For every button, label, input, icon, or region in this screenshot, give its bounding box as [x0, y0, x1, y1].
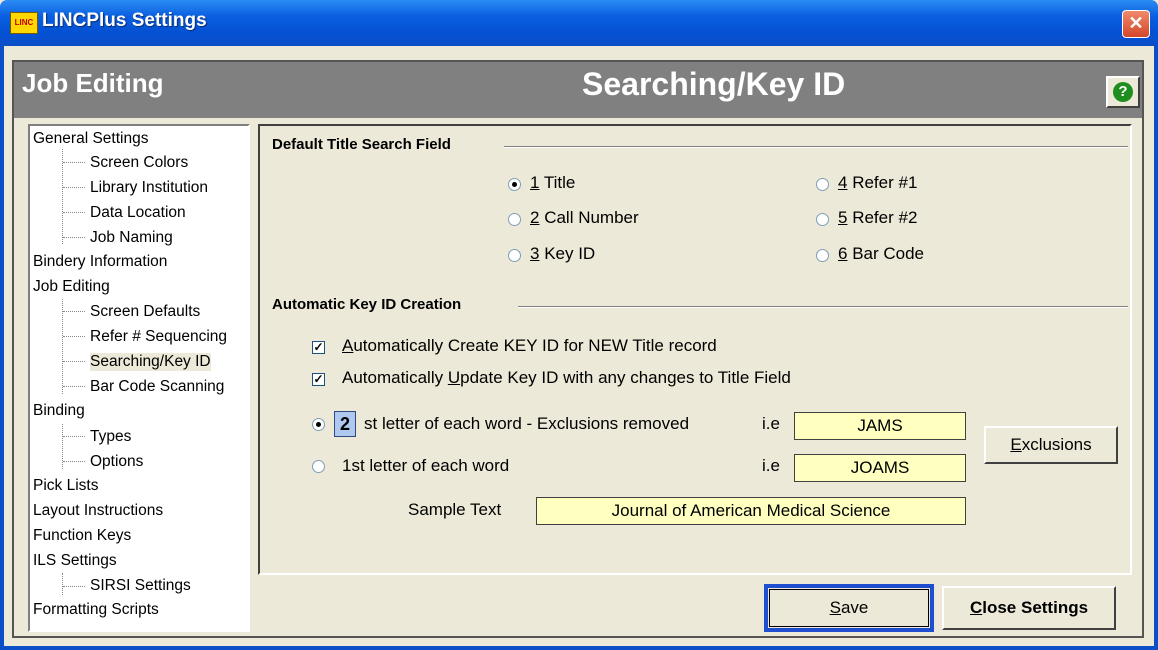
tree-item-data-location[interactable]: Data Location — [90, 204, 186, 222]
tree-connector — [63, 361, 85, 362]
first-letter-sample-field: JOAMS — [794, 454, 966, 482]
nth-letter-sample-field: JAMS — [794, 412, 966, 440]
accelerator-key: C — [969, 598, 983, 617]
label-text: utomatically Create KEY ID for NEW Title… — [353, 336, 717, 355]
title-bar: LINC LINCPlus Settings ✕ — [0, 0, 1158, 46]
radio-key-id[interactable] — [508, 249, 521, 262]
tree-connector — [63, 212, 85, 213]
label-refer-2[interactable]: 5 Refer #2 — [838, 208, 917, 228]
button-label: xclusions — [1021, 435, 1092, 454]
sample-text-label: Sample Text — [408, 500, 502, 519]
page-title: Searching/Key ID — [582, 66, 846, 102]
radio-refer-2[interactable] — [816, 213, 829, 226]
tree-item-formatting-scripts[interactable]: Formatting Scripts — [33, 601, 159, 619]
auto-update-label[interactable]: Automatically Update Key ID with any cha… — [342, 368, 791, 388]
section-divider — [518, 306, 1128, 308]
button-label: ave — [840, 598, 869, 617]
accelerator-key: A — [342, 336, 354, 355]
radio-bar-code[interactable] — [816, 249, 829, 262]
tree-item-refer-sequencing[interactable]: Refer # Sequencing — [90, 328, 227, 346]
tree-connector — [62, 424, 63, 469]
option-text: Title — [539, 173, 576, 192]
tree-item-job-editing[interactable]: Job Editing — [33, 278, 110, 296]
tree-item-sirsi-settings[interactable]: SIRSI Settings — [90, 577, 191, 595]
accelerator-key: S — [829, 598, 841, 617]
radio-nth-letter[interactable] — [312, 418, 325, 431]
page-header: Job Editing Searching/Key ID ? — [14, 62, 1142, 118]
tree-item-general-settings[interactable]: General Settings — [33, 130, 148, 148]
radio-first-letter[interactable] — [312, 460, 325, 473]
tree-connector — [63, 187, 85, 188]
label-title[interactable]: 1 Title — [530, 173, 575, 193]
auto-update-checkbox[interactable]: ✓ — [312, 373, 325, 386]
label-refer-1[interactable]: 4 Refer #1 — [838, 173, 917, 193]
tree-item-ils-settings[interactable]: ILS Settings — [33, 552, 117, 570]
letter-count-field[interactable]: 2 — [334, 411, 356, 437]
auto-create-label[interactable]: Automatically Create KEY ID for NEW Titl… — [342, 336, 717, 356]
option-text: Key ID — [539, 244, 596, 263]
tree-item-types[interactable]: Types — [90, 428, 131, 446]
tree-item-screen-defaults[interactable]: Screen Defaults — [90, 303, 200, 321]
section-title: Job Editing — [22, 68, 164, 98]
tree-item-library-institution[interactable]: Library Institution — [90, 179, 208, 197]
option-text: Call Number — [539, 208, 639, 227]
sample-text-input[interactable]: Journal of American Medical Science — [536, 497, 966, 525]
ie-label: i.e — [762, 456, 780, 475]
close-window-button[interactable]: ✕ — [1122, 10, 1150, 38]
tree-item-pick-lists[interactable]: Pick Lists — [33, 477, 98, 495]
settings-tree[interactable]: General Settings Screen Colors Library I… — [28, 124, 250, 632]
help-icon: ? — [1113, 82, 1133, 102]
radio-refer-1[interactable] — [816, 178, 829, 191]
window-title: LINCPlus Settings — [42, 10, 207, 31]
search-field-heading: Default Title Search Field — [272, 136, 451, 153]
option-text: Refer #1 — [847, 173, 918, 192]
tree-item-job-naming[interactable]: Job Naming — [90, 229, 173, 247]
radio-call-number[interactable] — [508, 213, 521, 226]
save-button[interactable]: Save — [764, 584, 934, 632]
tree-connector — [63, 162, 85, 163]
accelerator-key: E — [1010, 435, 1022, 454]
tree-item-bar-code-scanning[interactable]: Bar Code Scanning — [90, 378, 224, 396]
section-divider — [504, 146, 1128, 148]
tree-item-options[interactable]: Options — [90, 453, 143, 471]
tree-item-binding[interactable]: Binding — [33, 402, 85, 420]
tree-connector — [63, 436, 85, 437]
tree-item-searching-key-id[interactable]: Searching/Key ID — [90, 353, 211, 371]
tree-connector — [62, 149, 63, 244]
tree-connector — [63, 461, 85, 462]
tree-item-layout-instructions[interactable]: Layout Instructions — [33, 502, 163, 520]
tree-connector — [63, 311, 85, 312]
label-text: Automatically — [342, 368, 448, 387]
tree-item-screen-colors[interactable]: Screen Colors — [90, 154, 188, 172]
tree-connector — [63, 386, 85, 387]
tree-item-bindery-information[interactable]: Bindery Information — [33, 253, 167, 271]
tree-connector — [63, 586, 85, 587]
tree-connector — [63, 336, 85, 337]
tree-connector — [62, 299, 63, 394]
option-text: Bar Code — [847, 244, 925, 263]
help-button[interactable]: ? — [1106, 76, 1140, 108]
button-label: lose Settings — [982, 598, 1089, 617]
auto-create-checkbox[interactable]: ✓ — [312, 341, 325, 354]
key-id-heading: Automatic Key ID Creation — [272, 296, 462, 313]
nth-letter-label: st letter of each word - Exclusions remo… — [364, 414, 690, 433]
app-logo: LINC — [10, 12, 38, 34]
label-text: pdate Key ID with any changes to Title F… — [460, 368, 791, 387]
label-call-number[interactable]: 2 Call Number — [530, 208, 639, 228]
close-settings-button[interactable]: Close Settings — [942, 586, 1116, 630]
tree-item-function-keys[interactable]: Function Keys — [33, 527, 131, 545]
label-key-id[interactable]: 3 Key ID — [530, 244, 595, 264]
exclusions-button[interactable]: Exclusions — [984, 426, 1118, 464]
tree-connector — [63, 237, 85, 238]
accelerator-key: U — [447, 368, 461, 387]
option-text: Refer #2 — [847, 208, 918, 227]
tree-connector — [62, 573, 63, 595]
radio-title[interactable] — [508, 178, 521, 191]
ie-label: i.e — [762, 414, 780, 433]
first-letter-label: 1st letter of each word — [342, 456, 510, 475]
label-bar-code[interactable]: 6 Bar Code — [838, 244, 924, 264]
